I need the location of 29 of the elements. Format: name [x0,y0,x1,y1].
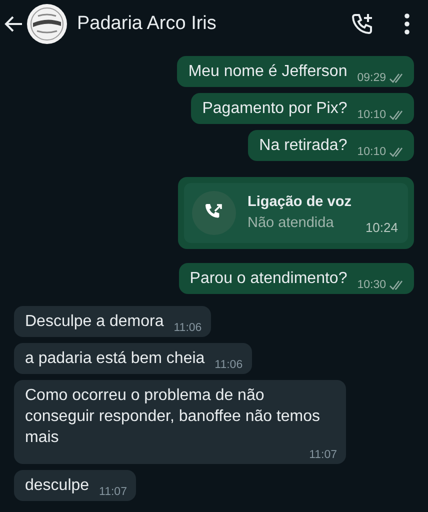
message-text: Pagamento por Pix? [202,99,348,119]
message-text: Como ocorreu o problema de não conseguir responder, banoffee não temos mais [25,386,322,448]
add-call-icon[interactable] [350,12,374,36]
message-text: Desculpe a demora [25,312,164,332]
double-check-icon [389,110,405,120]
menu-icon[interactable] [404,13,410,35]
double-check-icon [389,280,405,290]
message-time: 11:06 [174,321,202,335]
message-text: Na retirada? [259,136,348,156]
call-status: Não atendida [248,214,335,233]
chat-title[interactable]: Padaria Arco Iris [77,13,336,35]
message-time: 11:07 [309,448,337,462]
message-text: Meu nome é Jefferson [188,62,348,82]
call-title: Ligação de voz [248,193,352,212]
message-time: 10:30 [357,278,386,292]
call-bubble[interactable]: Ligação de voz Não atendida 10:24 [178,177,414,249]
outgoing-call-icon [192,191,236,235]
message-time: 09:29 [357,71,386,85]
message-time: 11:06 [214,358,243,372]
message-time: 10:10 [357,145,386,159]
message-text: a padaria está bem cheia [25,349,205,369]
message-time: 11:07 [99,485,127,499]
message-text: Parou o atendimento? [190,269,348,289]
message-text: desculpe [25,476,90,496]
message-time: 10:24 [365,221,398,235]
double-check-icon [389,73,405,83]
double-check-icon [389,147,405,157]
back-arrow-icon[interactable] [4,14,24,34]
message-time: 10:10 [357,108,386,122]
